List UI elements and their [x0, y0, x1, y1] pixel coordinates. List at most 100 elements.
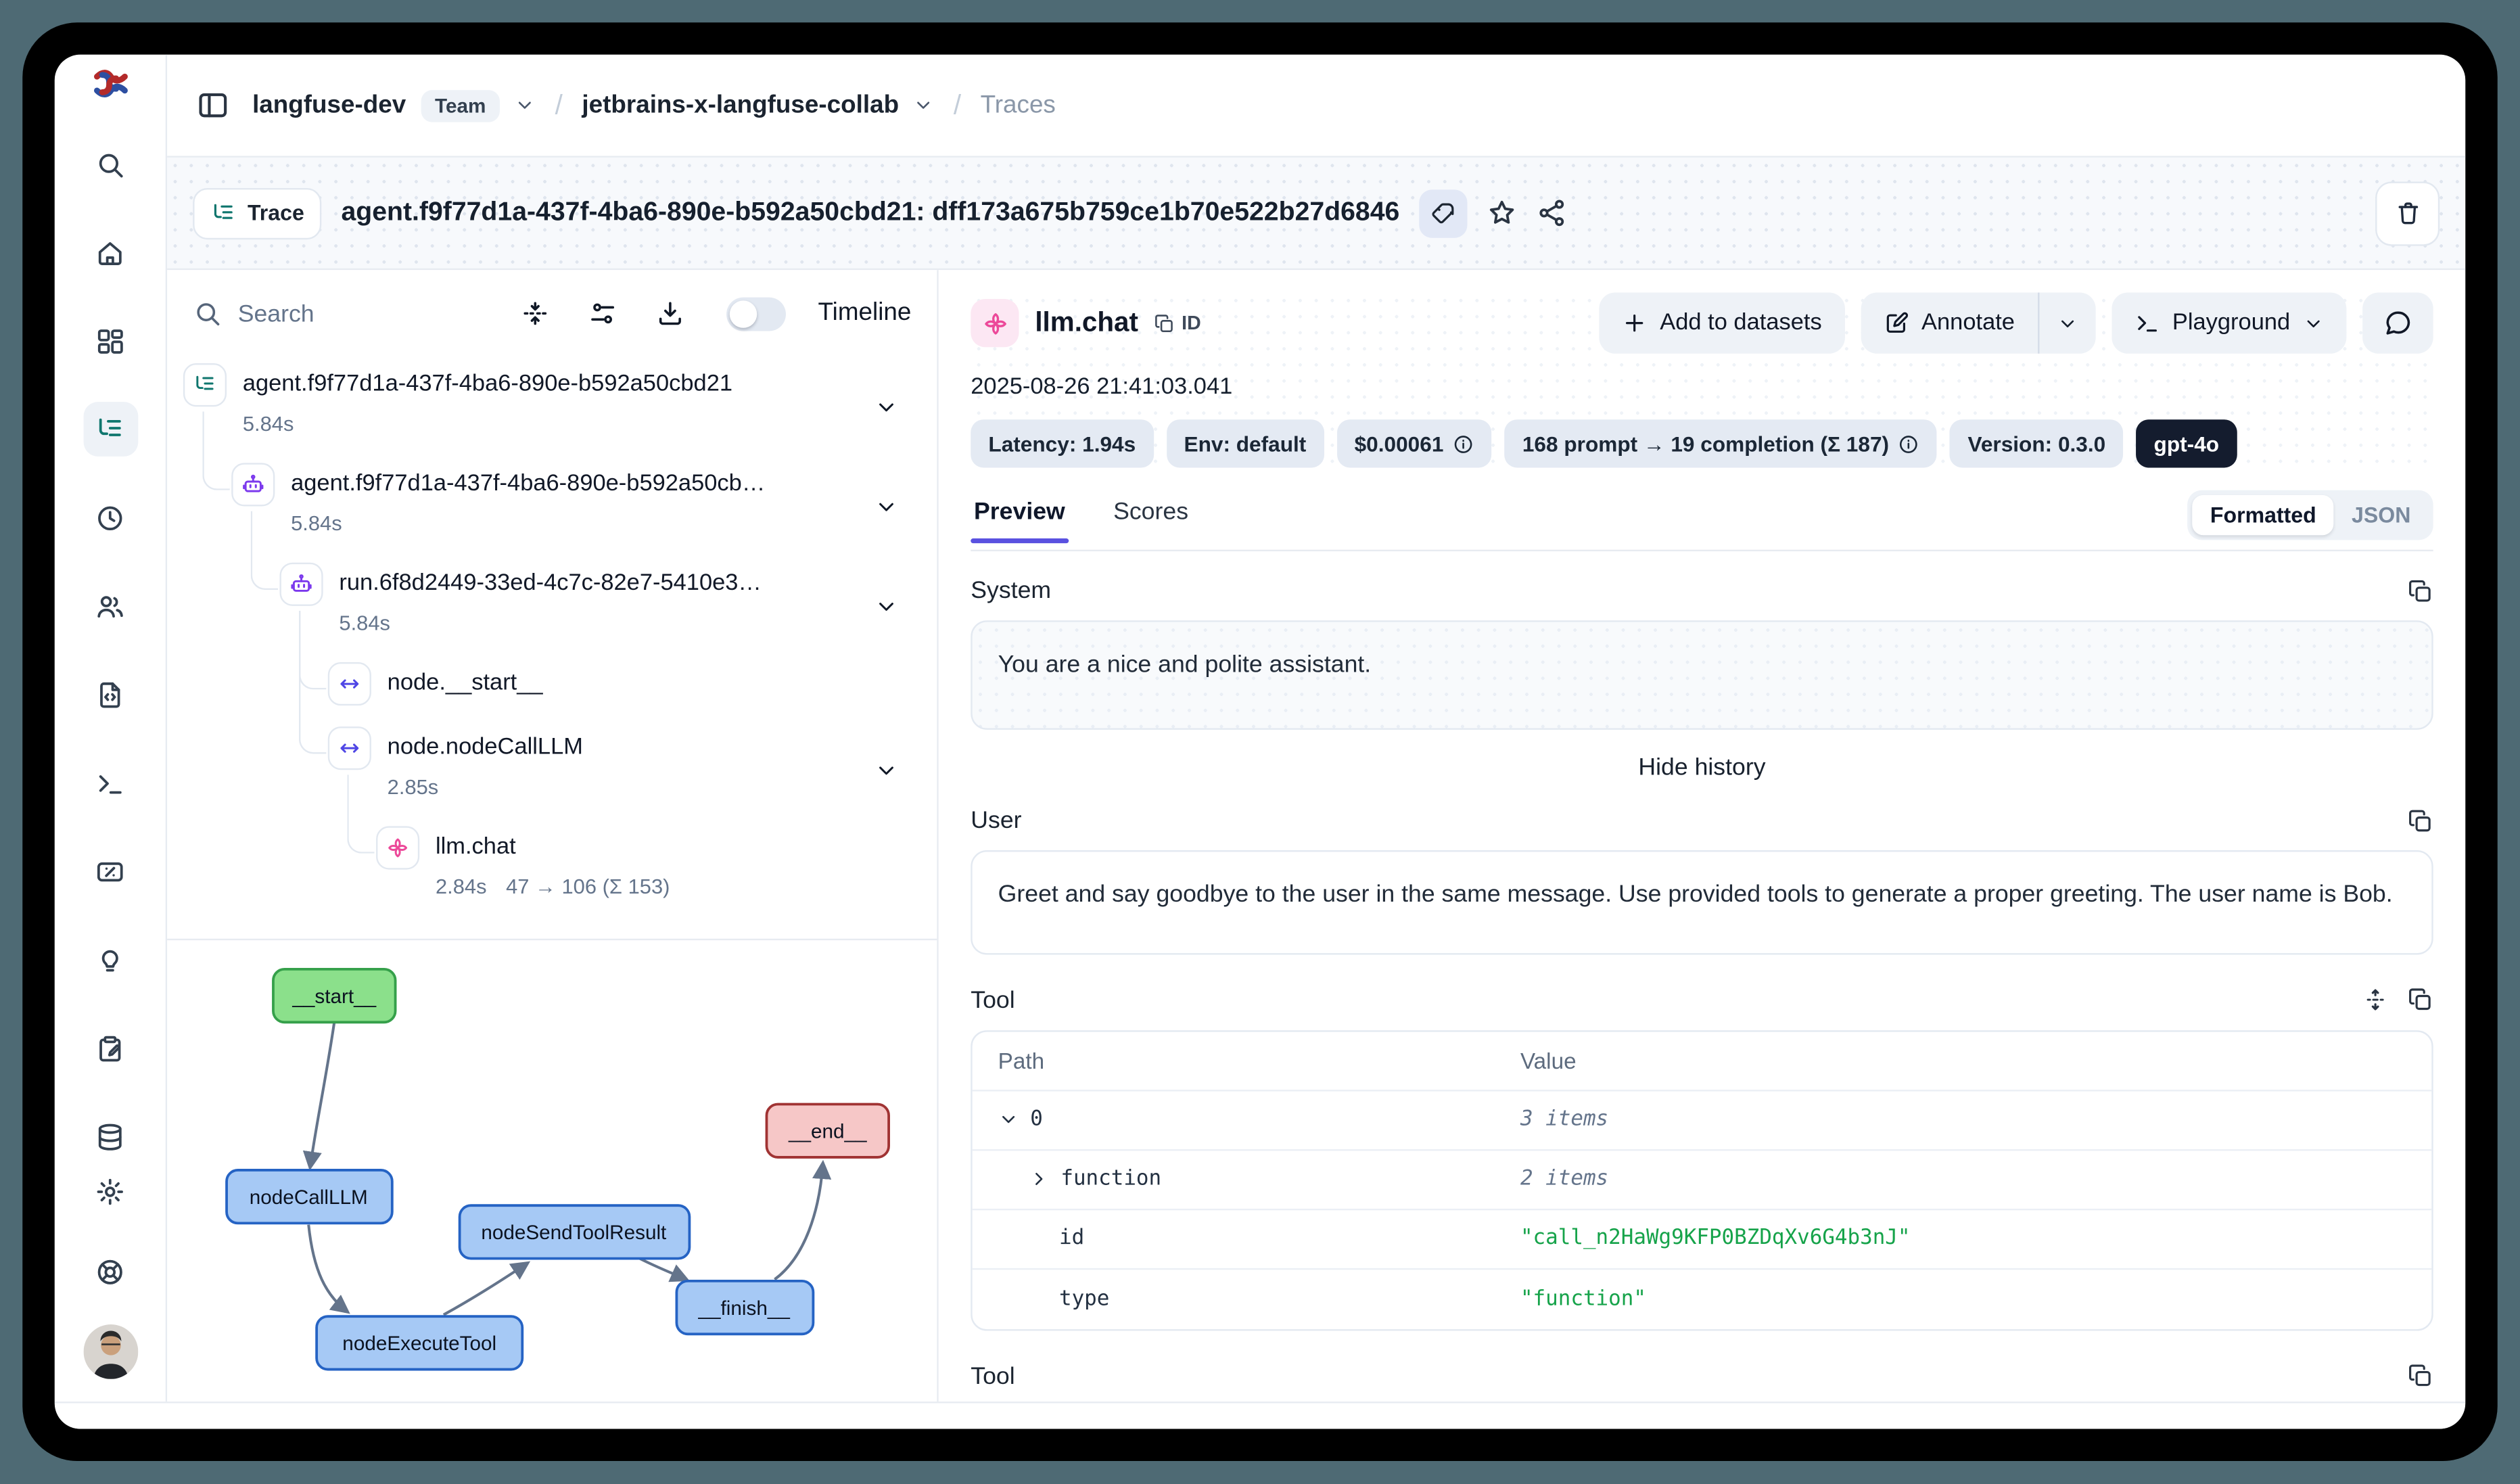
chevron-down-icon[interactable]: [998, 1109, 1019, 1130]
chevron-down-icon[interactable]: [913, 95, 934, 116]
svg-text:nodeExecuteTool: nodeExecuteTool: [342, 1332, 496, 1355]
tool2-section-title: Tool: [971, 1362, 1014, 1389]
env-badge: Env: default: [1166, 419, 1324, 467]
sidebar-item-search[interactable]: [83, 137, 137, 191]
sidebar-item-evals[interactable]: [83, 844, 137, 899]
app-logo[interactable]: [55, 55, 166, 111]
generation-pinwheel-icon: [376, 826, 419, 869]
user-message-box: Greet and say goodbye to the user in the…: [971, 851, 2433, 954]
breadcrumb-org[interactable]: langfuse-dev: [252, 91, 406, 120]
copy-icon: [1154, 312, 1175, 333]
tree-row-duration: 2.85s: [388, 774, 439, 799]
tokens-badge[interactable]: 168 prompt → 19 completion (Σ 187): [1505, 419, 1938, 467]
edge-finish-end: [774, 1163, 822, 1279]
breadcrumb-section[interactable]: Traces: [981, 91, 1056, 120]
playground-button[interactable]: Playground: [2111, 292, 2347, 353]
trace-type-badge: Trace: [193, 187, 322, 239]
graph-node-end[interactable]: __end__: [766, 1105, 889, 1157]
graph-node-executetool[interactable]: nodeExecuteTool: [317, 1316, 522, 1369]
cost-badge[interactable]: $0.00061: [1336, 419, 1491, 467]
share-icon[interactable]: [1536, 198, 1566, 228]
tree-row-node-callllm[interactable]: node.nodeCallLLM 2.85s: [183, 726, 921, 799]
breadcrumb-separator: /: [551, 89, 568, 122]
json-row-0[interactable]: 0 3 items: [973, 1090, 2432, 1150]
timeline-toggle[interactable]: [726, 296, 786, 330]
observation-header: llm.chat ID Add to datasets: [971, 292, 2433, 467]
json-row-id: id "call_n2HaWg9KFP0BZDqXv6G4b3nJ": [973, 1209, 2432, 1269]
format-toggle-json[interactable]: JSON: [2334, 495, 2429, 535]
chevron-down-icon[interactable]: [874, 495, 899, 519]
annotate-dropdown-button[interactable]: [2039, 292, 2095, 353]
svg-text:__finish__: __finish__: [698, 1297, 791, 1320]
graph-node-sendtoolresult[interactable]: nodeSendToolResult: [460, 1205, 690, 1258]
sidebar-item-tracing[interactable]: [83, 402, 137, 457]
chevron-down-icon[interactable]: [874, 759, 899, 783]
sidebar-item-settings[interactable]: [83, 1163, 137, 1218]
chevron-down-icon[interactable]: [515, 95, 536, 116]
percent-card-icon: [95, 856, 125, 886]
tab-scores[interactable]: Scores: [1110, 498, 1191, 542]
collapse-all-icon[interactable]: [521, 299, 550, 328]
playground-label: Playground: [2172, 310, 2290, 336]
user-avatar[interactable]: [83, 1324, 137, 1379]
graph-node-start[interactable]: __start__: [273, 969, 396, 1022]
app-window-frame: langfuse-dev Team / jetbrains-x-langfuse…: [22, 22, 2497, 1461]
chevron-down-icon[interactable]: [874, 396, 899, 420]
tree-row-llm-chat[interactable]: llm.chat 2.84s47 → 106 (Σ 153): [183, 826, 921, 898]
tree-row-name: agent.f9f77d1a-437f-4ba6-890e-b592a50cbd…: [243, 363, 732, 407]
add-to-datasets-button[interactable]: Add to datasets: [1599, 292, 1844, 353]
graph-node-finish[interactable]: __finish__: [676, 1281, 813, 1334]
copy-icon[interactable]: [2408, 1363, 2433, 1389]
copy-id-button[interactable]: ID: [1154, 312, 1201, 334]
terminal-icon: [2134, 310, 2160, 336]
tree-row-node-start[interactable]: node.__start__: [183, 662, 921, 705]
comment-button[interactable]: [2362, 292, 2433, 353]
span-arrows-icon: [328, 726, 371, 770]
graph-node-callllm[interactable]: nodeCallLLM: [227, 1170, 392, 1223]
copy-icon[interactable]: [2408, 578, 2433, 603]
tree-row-agent[interactable]: agent.f9f77d1a-437f-4ba6-890e-b592a50cb……: [183, 463, 921, 535]
expand-vertical-icon[interactable]: [2362, 987, 2388, 1013]
sidebar-item-annotation[interactable]: [83, 1021, 137, 1075]
agent-robot-icon: [279, 563, 323, 606]
copy-icon[interactable]: [2408, 987, 2433, 1013]
svg-text:nodeSendToolResult: nodeSendToolResult: [481, 1222, 667, 1244]
sidebar-item-users[interactable]: [83, 578, 137, 633]
chevron-right-icon[interactable]: [1029, 1169, 1050, 1190]
sidebar-item-sessions[interactable]: [83, 490, 137, 545]
copy-icon[interactable]: [2408, 808, 2433, 834]
search-input[interactable]: [238, 300, 482, 327]
model-badge[interactable]: gpt-4o: [2136, 419, 2237, 467]
json-row-function[interactable]: function 2 items: [973, 1150, 2432, 1209]
tree-row-name: llm.chat: [436, 826, 670, 869]
sidebar-item-datasets[interactable]: [83, 1109, 137, 1164]
delete-trace-button[interactable]: [2375, 181, 2440, 245]
clipboard-pen-icon: [95, 1033, 125, 1063]
sidebar-item-home[interactable]: [83, 225, 137, 280]
sidebar-item-support[interactable]: [83, 1244, 137, 1299]
lifebuoy-icon: [95, 1256, 125, 1286]
tab-preview[interactable]: Preview: [971, 498, 1068, 542]
panel-toggle-icon[interactable]: [196, 89, 230, 122]
breadcrumb-project[interactable]: jetbrains-x-langfuse-collab: [582, 91, 899, 120]
annotate-button[interactable]: Annotate: [1861, 292, 2038, 353]
favorite-star-icon[interactable]: [1487, 198, 1517, 228]
svg-text:nodeCallLLM: nodeCallLLM: [250, 1186, 368, 1209]
sidebar-item-dashboards[interactable]: [83, 313, 137, 368]
agent-graph: __start__ nodeCallLLM nodeSendToolResult: [167, 940, 937, 1401]
tag-button[interactable]: [1419, 189, 1467, 237]
agent-graph-canvas: __start__ nodeCallLLM nodeSendToolResult: [167, 940, 939, 1393]
tree-row-duration: 5.84s: [291, 511, 342, 536]
sidebar-item-prompts[interactable]: [83, 667, 137, 722]
tree-row-trace[interactable]: agent.f9f77d1a-437f-4ba6-890e-b592a50cbd…: [183, 363, 921, 436]
sidebar-item-playground[interactable]: [83, 756, 137, 810]
view-options-icon[interactable]: [588, 299, 617, 328]
hide-history-button[interactable]: Hide history: [971, 754, 2433, 781]
download-icon[interactable]: [656, 299, 685, 328]
tool2-section-header: Tool: [971, 1362, 2433, 1389]
tree-row-run[interactable]: run.6f8d2449-33ed-4c7c-82e7-5410e3… 5.84…: [183, 563, 921, 635]
chevron-down-icon[interactable]: [874, 595, 899, 619]
format-toggle: Formatted JSON: [2188, 490, 2433, 540]
sidebar-item-insights[interactable]: [83, 932, 137, 987]
format-toggle-formatted[interactable]: Formatted: [2193, 495, 2334, 535]
